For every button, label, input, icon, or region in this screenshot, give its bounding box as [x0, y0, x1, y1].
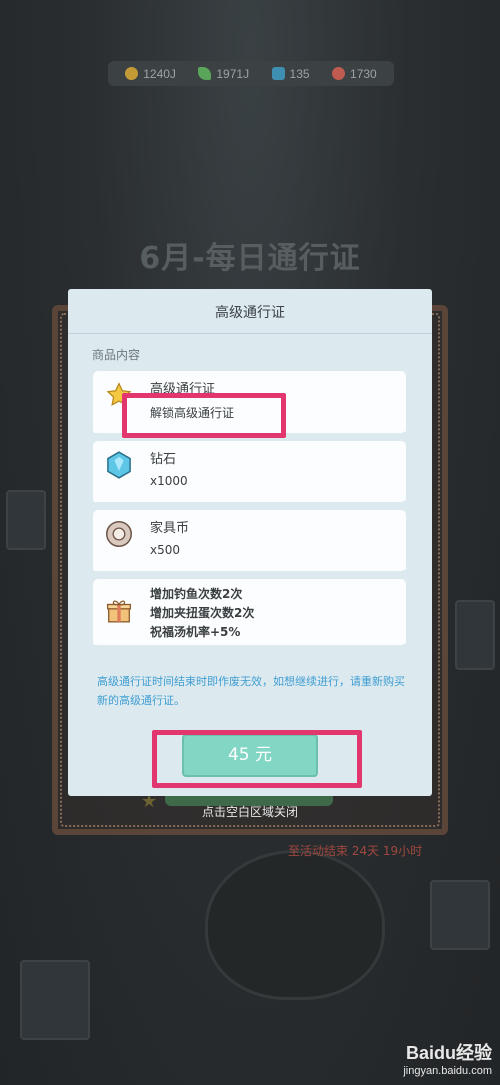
section-label: 商品内容 — [92, 348, 141, 362]
resource-value: 1240J — [143, 66, 176, 81]
background-decoration — [455, 600, 495, 670]
item-card-bonus: 增加钓鱼次数2次 增加夹扭蛋次数2次 祝福汤机率+5% — [93, 579, 406, 648]
expiry-note: 高级通行证时间结束时即作废无效，如想继续进行，请重新购买新的高级通行证。 — [97, 675, 405, 707]
gem-icon — [271, 67, 285, 80]
background-decoration — [430, 880, 490, 950]
time-remaining: 至活动结束 24天 19小时 — [288, 844, 423, 858]
background-decoration — [20, 960, 90, 1040]
divider — [68, 333, 432, 334]
item-quantity: x500 — [150, 543, 181, 557]
item-name: 家具币 — [150, 521, 190, 536]
dialog-title: 高级通行证 — [215, 305, 285, 321]
furniture-coin-icon — [105, 520, 133, 548]
cauldron-decoration — [205, 850, 385, 1000]
page-title: 6月-每日通行证 — [139, 241, 361, 276]
highlight-annotation — [152, 730, 362, 788]
bonus-list: 增加钓鱼次数2次 增加夹扭蛋次数2次 祝福汤机率+5% — [150, 585, 254, 642]
bonus-line: 增加夹扭蛋次数2次 — [150, 606, 255, 620]
resource-value: 1971J — [216, 66, 250, 81]
resource-bar: 1240J 1971J 135 1730 — [108, 61, 394, 86]
background-decoration — [6, 490, 46, 550]
close-hint[interactable]: 点击空白区域关闭 — [0, 803, 500, 820]
bonus-line: 祝福汤机率+5% — [150, 625, 241, 639]
resource-leaf: 1971J — [198, 67, 249, 81]
highlight-annotation — [122, 393, 286, 438]
bonus-line: 增加钓鱼次数2次 — [150, 587, 243, 601]
resource-coin: 1240J — [125, 67, 176, 81]
resource-shell: 1730 — [332, 67, 377, 81]
premium-pass-dialog: 高级通行证 商品内容 高级通行证 解锁高级通行证 钻石 x1000 家具币 x5… — [68, 289, 432, 796]
shell-icon — [332, 67, 346, 80]
item-name: 钻石 — [150, 452, 177, 467]
item-quantity: x1000 — [150, 474, 188, 488]
leaf-icon — [198, 67, 212, 80]
watermark-logo: Baidu经验 — [405, 1043, 492, 1063]
resource-value: 1730 — [350, 66, 377, 81]
watermark-url: jingyan.baidu.com — [403, 1065, 492, 1077]
item-card-furniture-coin: 家具币 x500 — [93, 510, 406, 574]
resource-gem: 135 — [271, 66, 310, 81]
gift-icon — [105, 597, 133, 625]
coin-icon — [125, 67, 139, 80]
item-card-diamond: 钻石 x1000 — [93, 441, 406, 505]
watermark: Baidu经验 jingyan.baidu.com — [403, 1039, 492, 1077]
resource-value: 135 — [289, 66, 310, 81]
diamond-icon — [105, 451, 133, 479]
